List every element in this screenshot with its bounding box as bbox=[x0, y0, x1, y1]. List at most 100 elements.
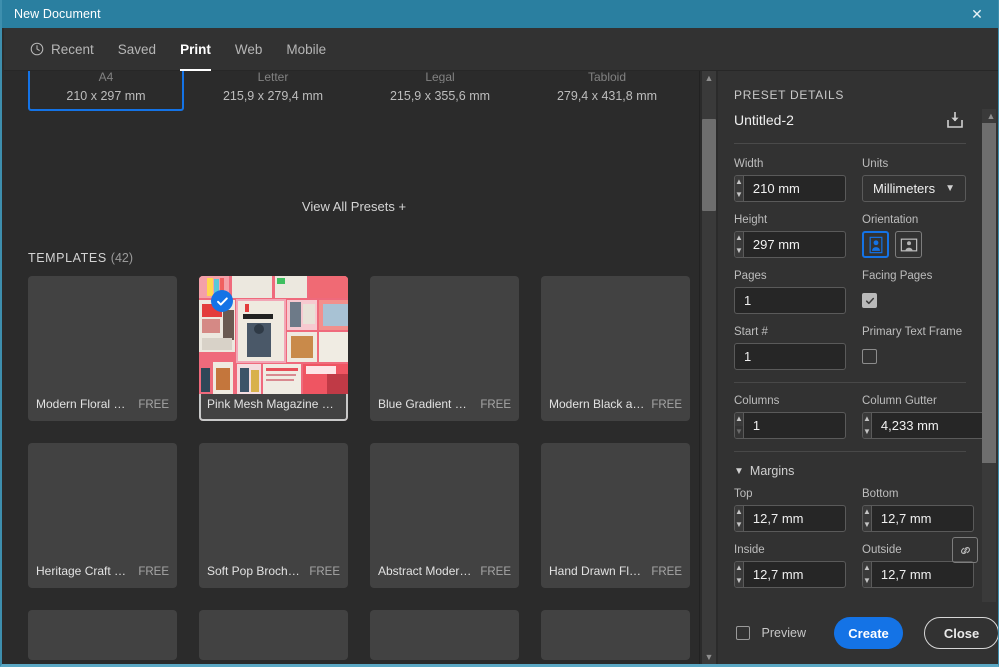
facing-pages-checkbox[interactable] bbox=[862, 293, 877, 308]
column-gutter-input[interactable] bbox=[872, 413, 982, 438]
height-inputbox[interactable]: ▲▼ bbox=[734, 231, 846, 258]
close-icon[interactable]: ✕ bbox=[955, 0, 999, 28]
pages-inputbox[interactable] bbox=[734, 287, 846, 314]
scroll-down-icon[interactable]: ▼ bbox=[702, 650, 716, 664]
margin-bottom-stepper[interactable]: ▲▼ bbox=[863, 506, 872, 531]
view-all-presets-link[interactable]: View All Presets + bbox=[4, 199, 704, 214]
height-stepper[interactable]: ▲▼ bbox=[735, 232, 744, 257]
divider bbox=[734, 451, 966, 452]
stepper-up-icon[interactable]: ▲ bbox=[863, 562, 871, 575]
tab-mobile[interactable]: Mobile bbox=[274, 28, 338, 71]
preset-details-scrollbar[interactable]: ▲ ▼ bbox=[982, 109, 996, 647]
margin-inside-field: Inside ▲▼ bbox=[734, 544, 846, 588]
columns-fields: Columns ▲▼ Column Gutter ▲▼ bbox=[734, 395, 966, 439]
templates-row: Heritage Craft Busine... FREE Soft Pop B… bbox=[28, 443, 690, 588]
stepper-up-icon[interactable]: ▲ bbox=[735, 562, 743, 575]
stepper-down-icon[interactable]: ▼ bbox=[735, 519, 743, 532]
column-gutter-stepper[interactable]: ▲▼ bbox=[863, 413, 872, 438]
height-input[interactable] bbox=[744, 232, 846, 257]
tab-print[interactable]: Print bbox=[168, 28, 223, 71]
stepper-down-icon[interactable]: ▼ bbox=[735, 575, 743, 588]
margins-label: Margins bbox=[750, 464, 794, 478]
margins-fields: Top ▲▼ Bottom ▲▼ bbox=[734, 488, 966, 588]
create-button[interactable]: Create bbox=[834, 617, 903, 649]
margin-outside-inputbox[interactable]: ▲▼ bbox=[862, 561, 974, 588]
stepper-down-icon[interactable]: ▼ bbox=[735, 426, 743, 439]
templates-heading-label: TEMPLATES bbox=[28, 251, 107, 265]
template-name: Soft Pop Brochure La... bbox=[207, 564, 303, 578]
preset-details-heading: PRESET DETAILS bbox=[734, 88, 844, 102]
margin-outside-stepper[interactable]: ▲▼ bbox=[863, 562, 872, 587]
template-card[interactable]: Hand Drawn Floral B... FREE bbox=[541, 443, 690, 588]
preset-card-a4[interactable]: A4 210 x 297 mm bbox=[28, 71, 184, 103]
scroll-up-icon[interactable]: ▲ bbox=[702, 71, 716, 85]
stepper-down-icon[interactable]: ▼ bbox=[735, 245, 743, 258]
width-input[interactable] bbox=[744, 176, 846, 201]
margin-bottom-input[interactable] bbox=[872, 506, 974, 531]
preset-card-letter[interactable]: Letter 215,9 x 279,4 mm bbox=[195, 71, 351, 103]
primary-text-frame-checkbox[interactable] bbox=[862, 349, 877, 364]
width-stepper[interactable]: ▲▼ bbox=[735, 176, 744, 201]
start-number-inputbox[interactable] bbox=[734, 343, 846, 370]
template-card[interactable]: Abstract Modern Bro... FREE bbox=[370, 443, 519, 588]
preset-card-legal[interactable]: Legal 215,9 x 355,6 mm bbox=[362, 71, 518, 103]
template-card[interactable] bbox=[199, 610, 348, 660]
landscape-orientation-icon[interactable] bbox=[895, 231, 922, 258]
templates-scrollbar[interactable]: ▲ ▼ bbox=[699, 71, 716, 664]
stepper-down-icon[interactable]: ▼ bbox=[863, 519, 871, 532]
margin-inside-input[interactable] bbox=[744, 562, 846, 587]
templates-row: Modern Floral Valen... FREE bbox=[28, 276, 690, 421]
stepper-up-icon[interactable]: ▲ bbox=[863, 506, 871, 519]
stepper-up-icon[interactable]: ▲ bbox=[735, 413, 743, 426]
template-card[interactable] bbox=[370, 610, 519, 660]
units-select[interactable]: Millimeters ▼ bbox=[862, 175, 966, 202]
margin-outside-input[interactable] bbox=[872, 562, 974, 587]
start-number-input[interactable] bbox=[735, 344, 846, 369]
column-gutter-inputbox[interactable]: ▲▼ bbox=[862, 412, 982, 439]
columns-input[interactable] bbox=[744, 413, 846, 438]
margin-top-inputbox[interactable]: ▲▼ bbox=[734, 505, 846, 532]
stepper-down-icon[interactable]: ▼ bbox=[863, 575, 871, 588]
stepper-down-icon[interactable]: ▼ bbox=[863, 426, 871, 439]
stepper-down-icon[interactable]: ▼ bbox=[735, 189, 743, 202]
tab-web[interactable]: Web bbox=[223, 28, 275, 71]
template-name: Heritage Craft Busine... bbox=[36, 564, 132, 578]
scroll-up-icon[interactable]: ▲ bbox=[984, 109, 998, 123]
columns-stepper[interactable]: ▲▼ bbox=[735, 413, 744, 438]
columns-inputbox[interactable]: ▲▼ bbox=[734, 412, 846, 439]
preset-name: Letter bbox=[195, 71, 351, 83]
close-button[interactable]: Close bbox=[924, 617, 999, 649]
template-card[interactable]: Modern Floral Valen... FREE bbox=[28, 276, 177, 421]
pages-input[interactable] bbox=[735, 288, 846, 313]
link-icon[interactable] bbox=[952, 537, 978, 563]
template-card[interactable]: Modern Black and W... FREE bbox=[541, 276, 690, 421]
template-card[interactable] bbox=[541, 610, 690, 660]
stepper-up-icon[interactable]: ▲ bbox=[735, 176, 743, 189]
width-inputbox[interactable]: ▲▼ bbox=[734, 175, 846, 202]
template-card[interactable]: Blue Gradient Busine... FREE bbox=[370, 276, 519, 421]
save-preset-icon[interactable] bbox=[944, 109, 966, 131]
margin-inside-stepper[interactable]: ▲▼ bbox=[735, 562, 744, 587]
template-card[interactable]: Heritage Craft Busine... FREE bbox=[28, 443, 177, 588]
template-card-selected[interactable]: Pink Mesh Magazine Layout bbox=[199, 276, 348, 421]
preview-checkbox[interactable] bbox=[736, 626, 750, 640]
margin-bottom-inputbox[interactable]: ▲▼ bbox=[862, 505, 974, 532]
tab-saved[interactable]: Saved bbox=[106, 28, 168, 71]
document-name-input[interactable] bbox=[734, 112, 936, 128]
template-caption: Hand Drawn Floral B... FREE bbox=[541, 564, 690, 588]
preset-card-tabloid[interactable]: Tabloid 279,4 x 431,8 mm bbox=[529, 71, 685, 103]
margins-section-toggle[interactable]: ▼ Margins bbox=[734, 464, 966, 478]
portrait-orientation-icon[interactable] bbox=[862, 231, 889, 258]
scrollbar-thumb[interactable] bbox=[982, 123, 996, 463]
tab-recent[interactable]: Recent bbox=[18, 28, 106, 71]
stepper-up-icon[interactable]: ▲ bbox=[735, 506, 743, 519]
stepper-up-icon[interactable]: ▲ bbox=[735, 232, 743, 245]
scrollbar-thumb[interactable] bbox=[702, 119, 716, 211]
stepper-up-icon[interactable]: ▲ bbox=[863, 413, 871, 426]
template-card[interactable]: Soft Pop Brochure La... FREE bbox=[199, 443, 348, 588]
margin-top-stepper[interactable]: ▲▼ bbox=[735, 506, 744, 531]
margin-inside-inputbox[interactable]: ▲▼ bbox=[734, 561, 846, 588]
margin-top-input[interactable] bbox=[744, 506, 846, 531]
template-card[interactable] bbox=[28, 610, 177, 660]
template-caption: Modern Black and W... FREE bbox=[541, 397, 690, 421]
